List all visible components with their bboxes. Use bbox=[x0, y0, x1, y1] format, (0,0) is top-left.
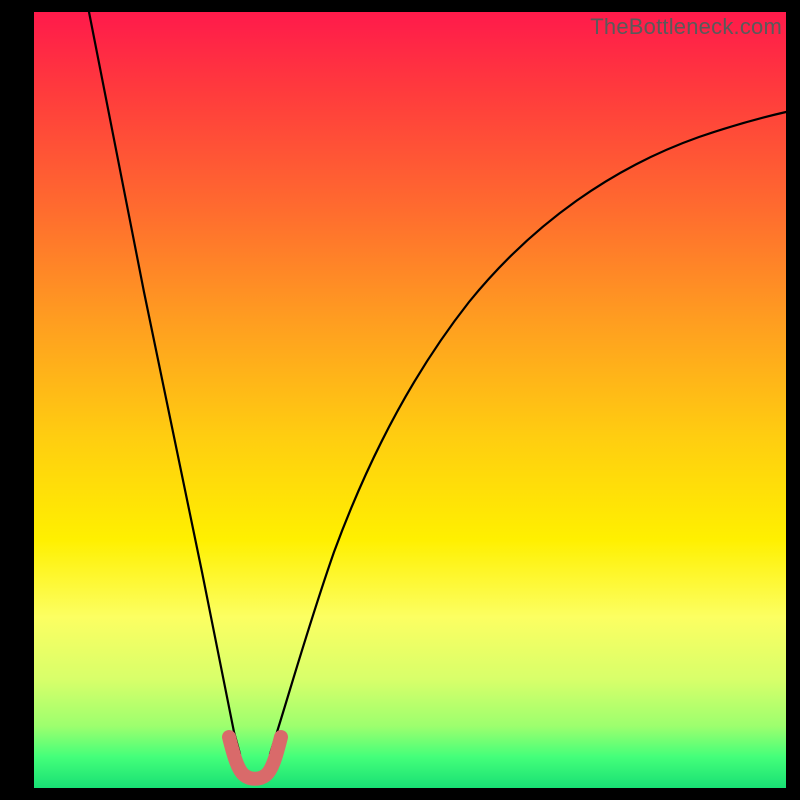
curve-right-branch bbox=[270, 112, 786, 754]
curve-valley-highlight bbox=[229, 737, 281, 779]
chart-frame: TheBottleneck.com bbox=[0, 0, 800, 800]
curve-layer bbox=[34, 12, 786, 788]
plot-area bbox=[34, 12, 786, 788]
curve-left-branch bbox=[89, 12, 240, 754]
